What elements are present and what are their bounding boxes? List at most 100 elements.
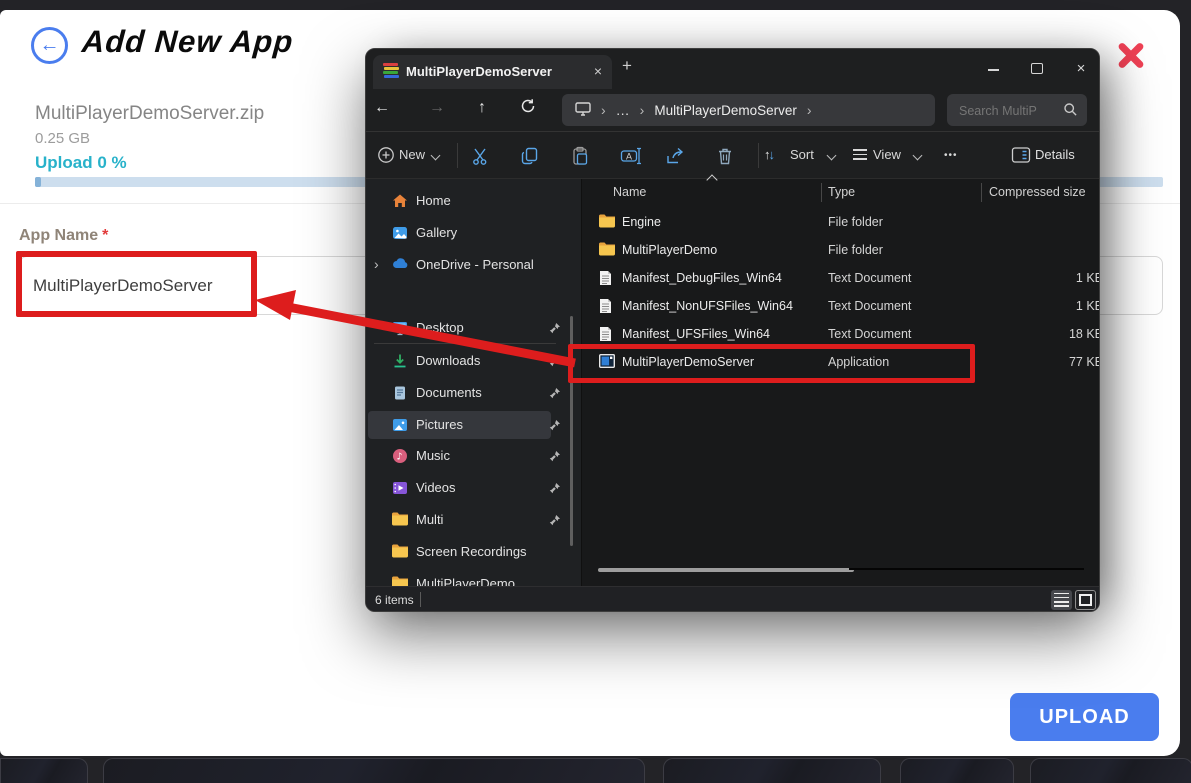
column-header-type[interactable]: Type (828, 185, 855, 199)
thumbnail-view-toggle-icon[interactable] (1075, 590, 1096, 610)
refresh-icon[interactable] (516, 98, 540, 119)
music-icon: ♪ (392, 448, 408, 464)
column-header-size[interactable]: Compressed size (989, 185, 1086, 199)
maximize-button[interactable] (1022, 49, 1052, 89)
sidebar-item-music[interactable]: ♪ Music (366, 442, 581, 470)
window-close-button[interactable]: × (1066, 49, 1096, 89)
new-icon[interactable] (377, 146, 399, 166)
explorer-tab[interactable]: MultiPlayerDemoServer × (373, 55, 612, 89)
minimize-button[interactable] (978, 49, 1008, 89)
sidebar-item-label: Desktop (416, 320, 464, 335)
chevron-down-icon (913, 151, 923, 161)
app-name-label-text: App Name (19, 227, 98, 244)
sidebar-item-downloads[interactable]: Downloads (366, 347, 581, 375)
view-button[interactable]: View (873, 147, 901, 162)
file-name: Manifest_UFSFiles_Win64 (622, 327, 770, 341)
gallery-icon (392, 225, 408, 241)
paste-icon[interactable] (570, 146, 592, 166)
folder-icon (599, 242, 615, 258)
background-card (900, 758, 1014, 783)
file-explorer-window: MultiPlayerDemoServer × + × ← → ↑ › … › (365, 48, 1100, 612)
background-card (1030, 758, 1191, 783)
chevron-down-icon (431, 151, 441, 161)
column-header-name[interactable]: Name (613, 185, 646, 199)
new-button[interactable]: New (399, 147, 425, 162)
pin-icon (549, 482, 561, 494)
details-button[interactable]: Details (1035, 147, 1075, 162)
column-divider[interactable] (981, 183, 982, 202)
nav-forward-icon[interactable]: → (425, 99, 449, 117)
upload-button[interactable]: UPLOAD (1010, 693, 1159, 741)
onedrive-cloud-icon (392, 257, 408, 273)
sidebar-item-label: Downloads (416, 353, 480, 368)
nav-up-icon[interactable]: ↑ (470, 99, 494, 117)
sidebar-item-videos[interactable]: Videos (366, 474, 581, 502)
documents-icon (392, 385, 408, 401)
back-button[interactable]: ← (31, 27, 68, 64)
pin-icon (549, 514, 561, 526)
details-pane-icon[interactable] (1011, 146, 1033, 166)
breadcrumb[interactable]: › … › MultiPlayerDemoServer › (562, 94, 935, 126)
home-icon (392, 193, 408, 209)
background-card (103, 758, 645, 783)
breadcrumb-chevron-icon: › (807, 102, 812, 118)
upload-progress-fill (35, 177, 41, 187)
items-count: 6 items (375, 593, 414, 607)
rename-icon[interactable]: A (620, 146, 642, 166)
breadcrumb-chevron-icon: › (601, 102, 606, 118)
sidebar-item-label: OneDrive - Personal (416, 257, 534, 272)
search-box[interactable] (947, 94, 1087, 126)
expand-chevron-icon[interactable]: › (374, 256, 379, 272)
sidebar-item-label: Screen Recordings (416, 544, 527, 559)
pin-icon (549, 322, 561, 334)
sidebar-item-label: Home (416, 193, 451, 208)
cut-icon[interactable] (470, 146, 492, 166)
sidebar-item-onedrive[interactable]: › OneDrive - Personal (366, 251, 581, 279)
file-type: File folder (828, 215, 883, 229)
share-icon[interactable] (665, 146, 687, 166)
breadcrumb-location[interactable]: MultiPlayerDemoServer (654, 103, 797, 118)
pin-icon (549, 387, 561, 399)
column-divider[interactable] (821, 183, 822, 202)
sidebar-item-pictures[interactable]: Pictures (366, 411, 581, 439)
sidebar-item-desktop[interactable]: Desktop (366, 314, 581, 342)
nav-back-icon[interactable]: ← (370, 99, 394, 117)
sidebar-item-label: Gallery (416, 225, 457, 240)
copy-icon[interactable] (520, 146, 542, 166)
file-name: Manifest_NonUFSFiles_Win64 (622, 299, 793, 313)
file-row[interactable]: Manifest_NonUFSFiles_Win64 Text Document… (581, 292, 1100, 320)
file-row[interactable]: MultiPlayerDemo File folder (581, 236, 1100, 264)
svg-text:A: A (626, 151, 632, 161)
delete-icon[interactable] (715, 146, 737, 166)
dialog-close-icon[interactable] (1114, 38, 1148, 72)
file-row[interactable]: Engine File folder (581, 208, 1100, 236)
new-tab-button[interactable]: + (622, 56, 632, 76)
sidebar-item-label: Music (416, 448, 450, 463)
annotation-box-app-name (16, 251, 257, 317)
sort-button[interactable]: Sort (790, 147, 814, 162)
file-name: MultiPlayerDemo (622, 243, 717, 257)
search-input[interactable] (947, 94, 1073, 128)
breadcrumb-ellipsis[interactable]: … (616, 102, 630, 118)
sidebar-divider (374, 343, 556, 344)
pictures-icon (392, 417, 408, 433)
tab-close-icon[interactable]: × (594, 63, 602, 79)
sidebar-item-home[interactable]: Home (366, 187, 581, 215)
sidebar-item-multi[interactable]: Multi (366, 506, 581, 534)
more-options-button[interactable]: ••• (944, 150, 958, 161)
explorer-tab-bar: MultiPlayerDemoServer × + × (366, 49, 1099, 89)
pin-icon (549, 355, 561, 367)
page-title: Add New App (81, 24, 295, 60)
sidebar-item-screen-recordings[interactable]: Screen Recordings (366, 538, 581, 566)
explorer-status-bar: 6 items (366, 586, 1099, 612)
breadcrumb-chevron-icon: › (640, 102, 645, 118)
horizontal-scrollbar[interactable] (598, 568, 854, 572)
file-type: Text Document (828, 327, 911, 341)
file-row[interactable]: Manifest_DebugFiles_Win64 Text Document … (581, 264, 1100, 292)
status-divider (420, 592, 421, 607)
sidebar-item-gallery[interactable]: Gallery (366, 219, 581, 247)
sidebar-item-documents[interactable]: Documents (366, 379, 581, 407)
archive-icon (383, 63, 400, 80)
toolbar-divider (457, 143, 458, 168)
details-view-toggle-icon[interactable] (1051, 590, 1072, 610)
